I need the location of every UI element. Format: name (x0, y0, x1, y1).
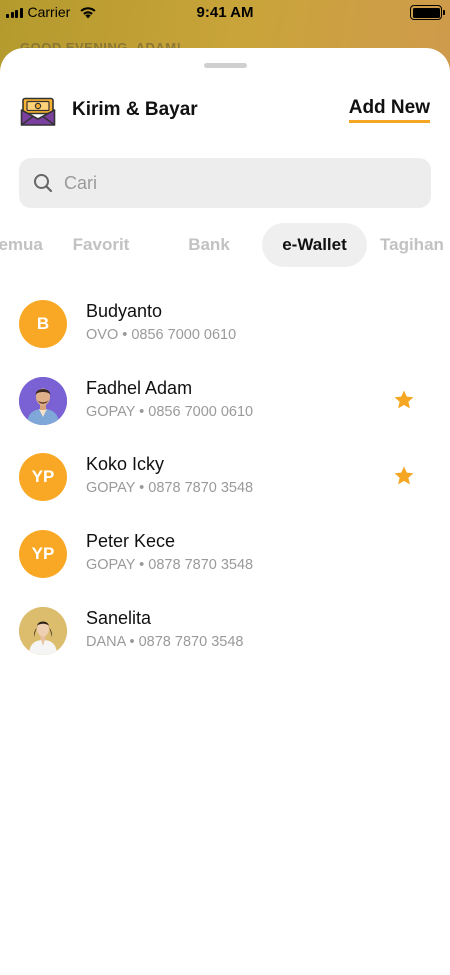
contact-detail: GOPAY • 0878 7870 3548 (86, 557, 254, 573)
contact-detail: GOPAY • 0856 7000 0610 (86, 404, 254, 420)
tab-bank[interactable]: Bank (172, 223, 246, 267)
status-time: 9:41 AM (196, 4, 254, 21)
avatar: B (19, 300, 67, 348)
sheet-title: Kirim & Bayar (72, 99, 198, 120)
sheet-drag-handle[interactable] (204, 63, 247, 68)
tab-e-wallet[interactable]: e-Wallet (262, 223, 367, 267)
avatar: YP (19, 453, 67, 501)
favorite-star-icon[interactable] (392, 388, 416, 412)
battery-icon (410, 5, 445, 20)
contact-detail: DANA • 0878 7870 3548 (86, 634, 244, 650)
contact-row[interactable]: YP Koko Icky GOPAY • 0878 7870 3548 (0, 449, 450, 511)
avatar (19, 377, 67, 425)
contact-row[interactable]: Fadhel Adam GOPAY • 0856 7000 0610 (0, 373, 450, 435)
contact-name: Sanelita (86, 608, 152, 628)
add-new-button[interactable]: Add New (348, 97, 430, 123)
tab-favorit[interactable]: Favorit (60, 223, 142, 267)
avatar (19, 607, 67, 655)
favorite-star-icon[interactable] (392, 464, 416, 488)
money-envelope-icon (20, 97, 56, 126)
contact-detail: GOPAY • 0878 7870 3548 (86, 480, 254, 496)
bottom-sheet: Kirim & Bayar Add New Semua Favorit Bank… (0, 48, 450, 975)
tab-semua[interactable]: Semua (0, 223, 50, 267)
category-tabs: Semua Favorit Bank e-Wallet Tagihan (0, 223, 450, 267)
person-photo-icon (19, 607, 67, 655)
contact-detail: OVO • 0856 7000 0610 (86, 327, 237, 343)
search-bar[interactable] (19, 158, 431, 208)
contact-row[interactable]: YP Peter Kece GOPAY • 0878 7870 3548 (0, 526, 450, 588)
sheet-header: Kirim & Bayar Add New (20, 95, 430, 131)
contact-row[interactable]: B Budyanto OVO • 0856 7000 0610 (0, 296, 450, 358)
tab-tagihan[interactable]: Tagihan (380, 223, 450, 267)
contact-name: Fadhel Adam (86, 378, 193, 398)
contact-name: Budyanto (86, 301, 163, 321)
contact-name: Peter Kece (86, 531, 176, 551)
contact-row[interactable]: Sanelita DANA • 0878 7870 3548 (0, 603, 450, 665)
person-photo-icon (19, 377, 67, 425)
status-bar: Carrier 9:41 AM (0, 0, 450, 26)
contact-name: Koko Icky (86, 454, 165, 474)
search-input[interactable] (64, 158, 414, 208)
search-icon (34, 174, 53, 193)
avatar: YP (19, 530, 67, 578)
